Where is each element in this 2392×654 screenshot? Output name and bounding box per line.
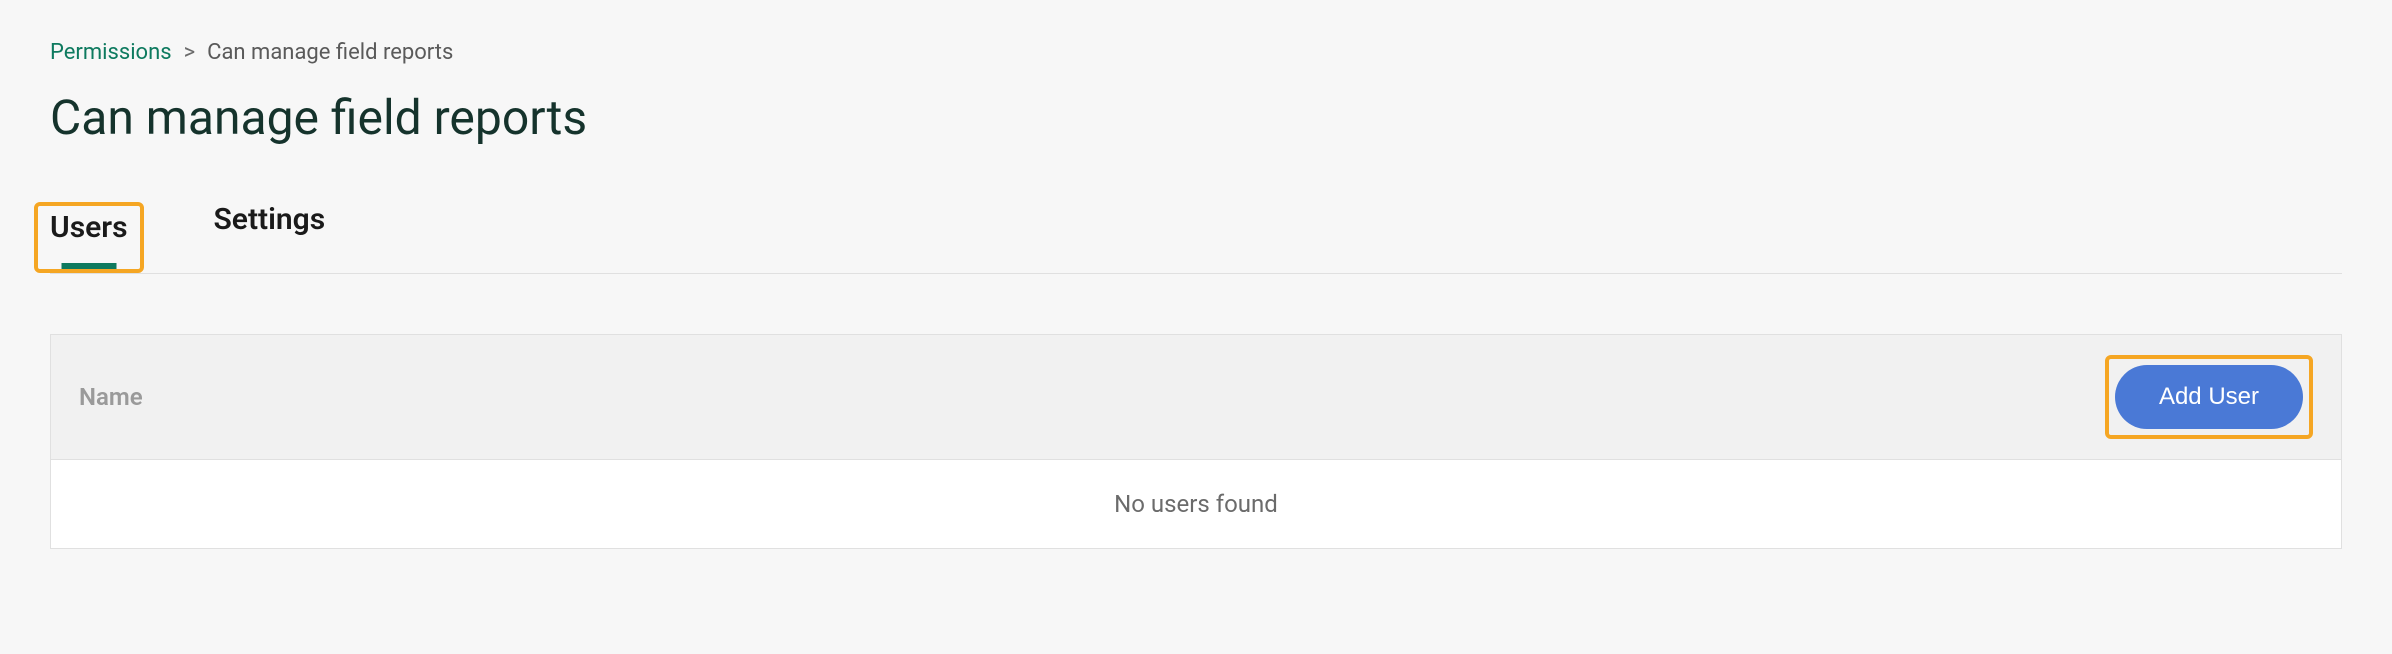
tab-users[interactable]: Users — [50, 210, 128, 269]
table-column-name: Name — [79, 383, 143, 411]
breadcrumb-link-permissions[interactable]: Permissions — [50, 40, 172, 65]
breadcrumb-separator: > — [184, 40, 196, 65]
table-header: Name Add User — [51, 335, 2341, 460]
highlight-add-user: Add User — [2105, 355, 2313, 439]
add-user-button[interactable]: Add User — [2115, 365, 2303, 429]
table-empty-message: No users found — [51, 460, 2341, 548]
tab-settings[interactable]: Settings — [214, 202, 326, 273]
highlight-tab-users: Users — [34, 202, 144, 273]
users-table: Name Add User No users found — [50, 334, 2342, 549]
breadcrumb-current: Can manage field reports — [207, 40, 453, 65]
breadcrumb: Permissions > Can manage field reports — [50, 40, 2342, 65]
tabs: Users Settings — [50, 202, 2342, 274]
page-title: Can manage field reports — [50, 89, 2342, 146]
